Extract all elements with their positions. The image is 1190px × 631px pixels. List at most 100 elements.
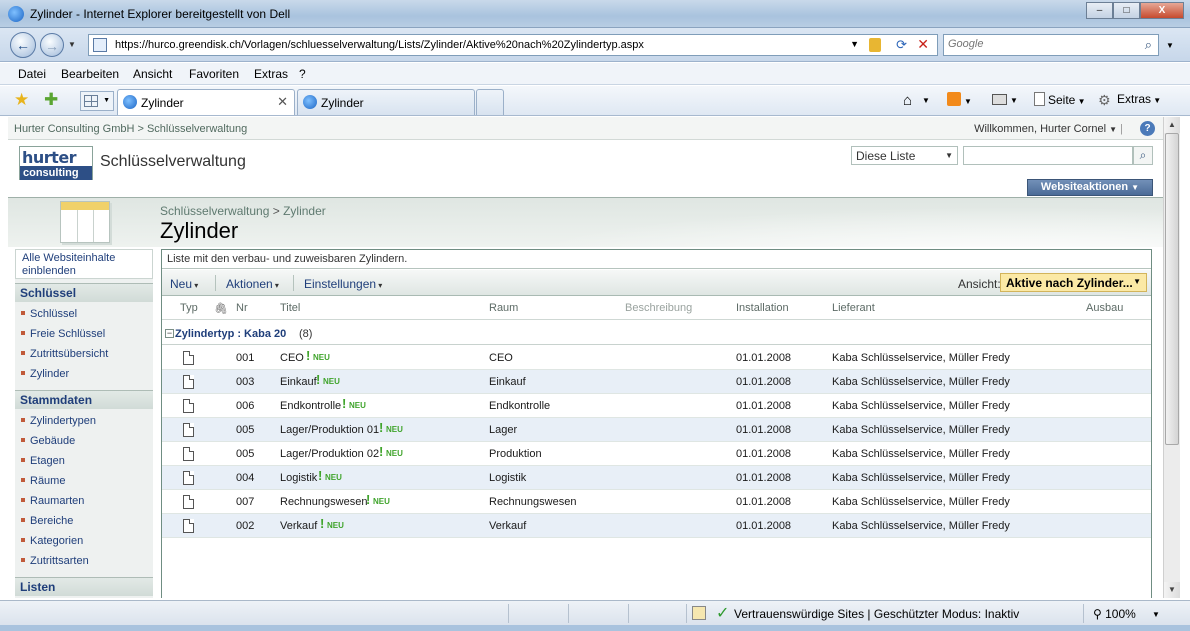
column-header-typ[interactable]: Typ [180, 302, 198, 314]
site-search-input[interactable] [963, 146, 1133, 165]
table-row[interactable]: 006 Endkontrolle! NEU Endkontrolle 01.01.200… [162, 394, 1151, 418]
nav-heading-stammdaten[interactable]: Stammdaten [15, 390, 153, 409]
home-button[interactable]: ⌂ ▼ [903, 92, 930, 109]
search-options-dropdown-icon[interactable]: ▼ [1166, 41, 1174, 50]
url-text[interactable]: https://hurco.greendisk.ch/Vorlagen/schl… [115, 39, 644, 51]
stop-icon[interactable]: ✕ [917, 36, 929, 53]
site-search-go-icon[interactable]: ⌕ [1133, 146, 1153, 165]
cell-titel-link[interactable]: Lager/Produktion 02 [280, 448, 379, 460]
menu-datei[interactable]: Datei [18, 67, 46, 81]
column-header-beschreibung[interactable]: Beschreibung [625, 302, 692, 314]
cell-titel-link[interactable]: Logistik [280, 472, 317, 484]
cell-titel-link[interactable]: Verkauf [280, 520, 317, 532]
table-row[interactable]: 005 Lager/Produktion 02! NEU Produktion 01.0… [162, 442, 1151, 466]
vertical-scrollbar[interactable]: ▲ ▼ [1163, 117, 1180, 598]
scroll-down-icon[interactable]: ▼ [1164, 582, 1180, 598]
feeds-button[interactable]: ▼ [947, 92, 972, 107]
table-row[interactable]: 005 Lager/Produktion 01! NEU Lager 01.01.200… [162, 418, 1151, 442]
tab-zylinder-active[interactable]: Zylinder ✕ [117, 89, 295, 115]
security-zone-text[interactable]: Vertrauenswürdige Sites | Geschützter Mo… [734, 607, 1019, 621]
view-all-site-content-link[interactable]: Alle Websiteinhalte einblenden [15, 249, 153, 279]
new-menu-button[interactable]: Neu [170, 277, 198, 291]
minimize-button[interactable]: – [1086, 2, 1113, 19]
page-menu-button[interactable]: Seite ▼ [1034, 92, 1086, 107]
address-field[interactable]: https://hurco.greendisk.ch/Vorlagen/schl… [88, 34, 938, 56]
cell-titel-link[interactable]: Einkauf [280, 376, 317, 388]
close-button[interactable]: X [1140, 2, 1184, 19]
lock-icon[interactable] [869, 38, 881, 52]
search-box[interactable]: ⌕ [943, 34, 1159, 56]
tab-list-dropdown-icon[interactable]: ▼ [103, 97, 110, 104]
nav-heading-listen[interactable]: Listen [15, 577, 153, 596]
cell-titel-link[interactable]: Lager/Produktion 01 [280, 424, 379, 436]
menu-help[interactable]: ? [299, 67, 306, 81]
group-label[interactable]: Zylindertyp : Kaba 20 [175, 328, 286, 340]
favorites-star-icon[interactable]: ★ [14, 90, 29, 110]
column-header-nr[interactable]: Nr [236, 302, 248, 314]
actions-menu-button[interactable]: Aktionen [226, 277, 279, 291]
nav-item-gebaeude[interactable]: Gebäude [21, 435, 75, 447]
column-header-installation[interactable]: Installation [736, 302, 789, 314]
nav-item-kategorien[interactable]: Kategorien [21, 535, 83, 547]
scrollbar-thumb[interactable] [1165, 133, 1179, 445]
nav-item-zutrittsuebersicht[interactable]: Zutrittsübersicht [21, 348, 108, 360]
nav-item-raumarten[interactable]: Raumarten [21, 495, 84, 507]
nav-item-zutrittsarten[interactable]: Zutrittsarten [21, 555, 89, 567]
refresh-icon[interactable]: ⟳ [896, 37, 907, 53]
table-row[interactable]: 001 CEO! NEU CEO 01.01.2008 Kaba Schlüsselser… [162, 346, 1151, 370]
popup-blocker-icon[interactable] [692, 606, 706, 620]
collapse-icon[interactable]: − [165, 329, 174, 338]
column-header-ausbau[interactable]: Ausbau [1086, 302, 1123, 314]
site-logo[interactable]: hurter consulting [19, 146, 93, 180]
zoom-dropdown-icon[interactable]: ▼ [1152, 610, 1160, 619]
nav-item-etagen[interactable]: Etagen [21, 455, 65, 467]
welcome-menu[interactable]: Willkommen, Hurter Cornel ▼ | [974, 123, 1123, 135]
breadcrumb-parent[interactable]: Schlüsselverwaltung [160, 204, 269, 218]
forward-button[interactable]: → [40, 33, 64, 57]
table-row[interactable]: 007 Rechnungswesen! NEU Rechnungswesen 01.01… [162, 490, 1151, 514]
maximize-button[interactable]: □ [1113, 2, 1140, 19]
address-dropdown-icon[interactable]: ▼ [850, 39, 859, 49]
nav-item-raeume[interactable]: Räume [21, 475, 65, 487]
column-header-raum[interactable]: Raum [489, 302, 518, 314]
view-selector[interactable]: Aktive nach Zylinder... ▼ [1000, 273, 1147, 292]
search-icon[interactable]: ⌕ [1145, 37, 1152, 53]
nav-item-schluessel[interactable]: Schlüssel [21, 308, 77, 320]
new-tab-button[interactable] [476, 89, 504, 115]
nav-item-freie-schluessel[interactable]: Freie Schlüssel [21, 328, 105, 340]
back-button[interactable]: ← [10, 32, 36, 58]
settings-menu-button[interactable]: Einstellungen [304, 277, 382, 291]
add-favorite-icon[interactable]: ✚ [44, 90, 58, 110]
cell-titel-link[interactable]: Endkontrolle [280, 400, 341, 412]
scroll-up-icon[interactable]: ▲ [1164, 117, 1180, 133]
table-row[interactable]: 004 Logistik! NEU Logistik 01.01.2008 Kaba Sc… [162, 466, 1151, 490]
menu-extras[interactable]: Extras [254, 67, 288, 81]
menu-ansicht[interactable]: Ansicht [133, 67, 172, 81]
menu-favoriten[interactable]: Favoriten [189, 67, 239, 81]
zoom-level[interactable]: ⚲ 100% [1093, 607, 1136, 621]
menu-bearbeiten[interactable]: Bearbeiten [61, 67, 119, 81]
help-icon[interactable]: ? [1140, 121, 1155, 136]
column-header-titel[interactable]: Titel [280, 302, 300, 314]
nav-item-bereiche[interactable]: Bereiche [21, 515, 73, 527]
cell-titel-link[interactable]: Rechnungswesen [280, 496, 367, 508]
site-title[interactable]: Schlüsselverwaltung [100, 153, 246, 171]
global-breadcrumb[interactable]: Hurter Consulting GmbH > Schlüsselverwal… [14, 123, 247, 135]
nav-item-zylindertypen[interactable]: Zylindertypen [21, 415, 96, 427]
search-input[interactable] [948, 38, 1138, 50]
cell-titel-link[interactable]: CEO [280, 352, 304, 364]
tab-close-icon[interactable]: ✕ [277, 94, 288, 110]
site-actions-button[interactable]: Websiteaktionen ▼ [1027, 179, 1153, 196]
attachment-icon[interactable]: 🖇 [214, 302, 228, 315]
table-row[interactable]: 002 Verkauf! NEU Verkauf 01.01.2008 Kaba Schl… [162, 514, 1151, 538]
tools-menu-button[interactable]: ⚙ Extras ▼ [1098, 92, 1161, 108]
column-header-lieferant[interactable]: Lieferant [832, 302, 875, 314]
print-button[interactable]: ▼ [992, 92, 1018, 106]
nav-item-zylinder[interactable]: Zylinder [21, 368, 69, 380]
table-row[interactable]: 003 Einkauf! NEU Einkauf 01.01.2008 Kaba Schl… [162, 370, 1151, 394]
quick-tabs-button[interactable]: ▼ [80, 91, 114, 111]
search-scope-select[interactable]: Diese Liste ▼ [851, 146, 958, 165]
nav-heading-schluessel[interactable]: Schlüssel [15, 283, 153, 302]
recent-pages-dropdown-icon[interactable]: ▼ [68, 40, 76, 49]
tab-zylinder[interactable]: Zylinder [297, 89, 475, 115]
